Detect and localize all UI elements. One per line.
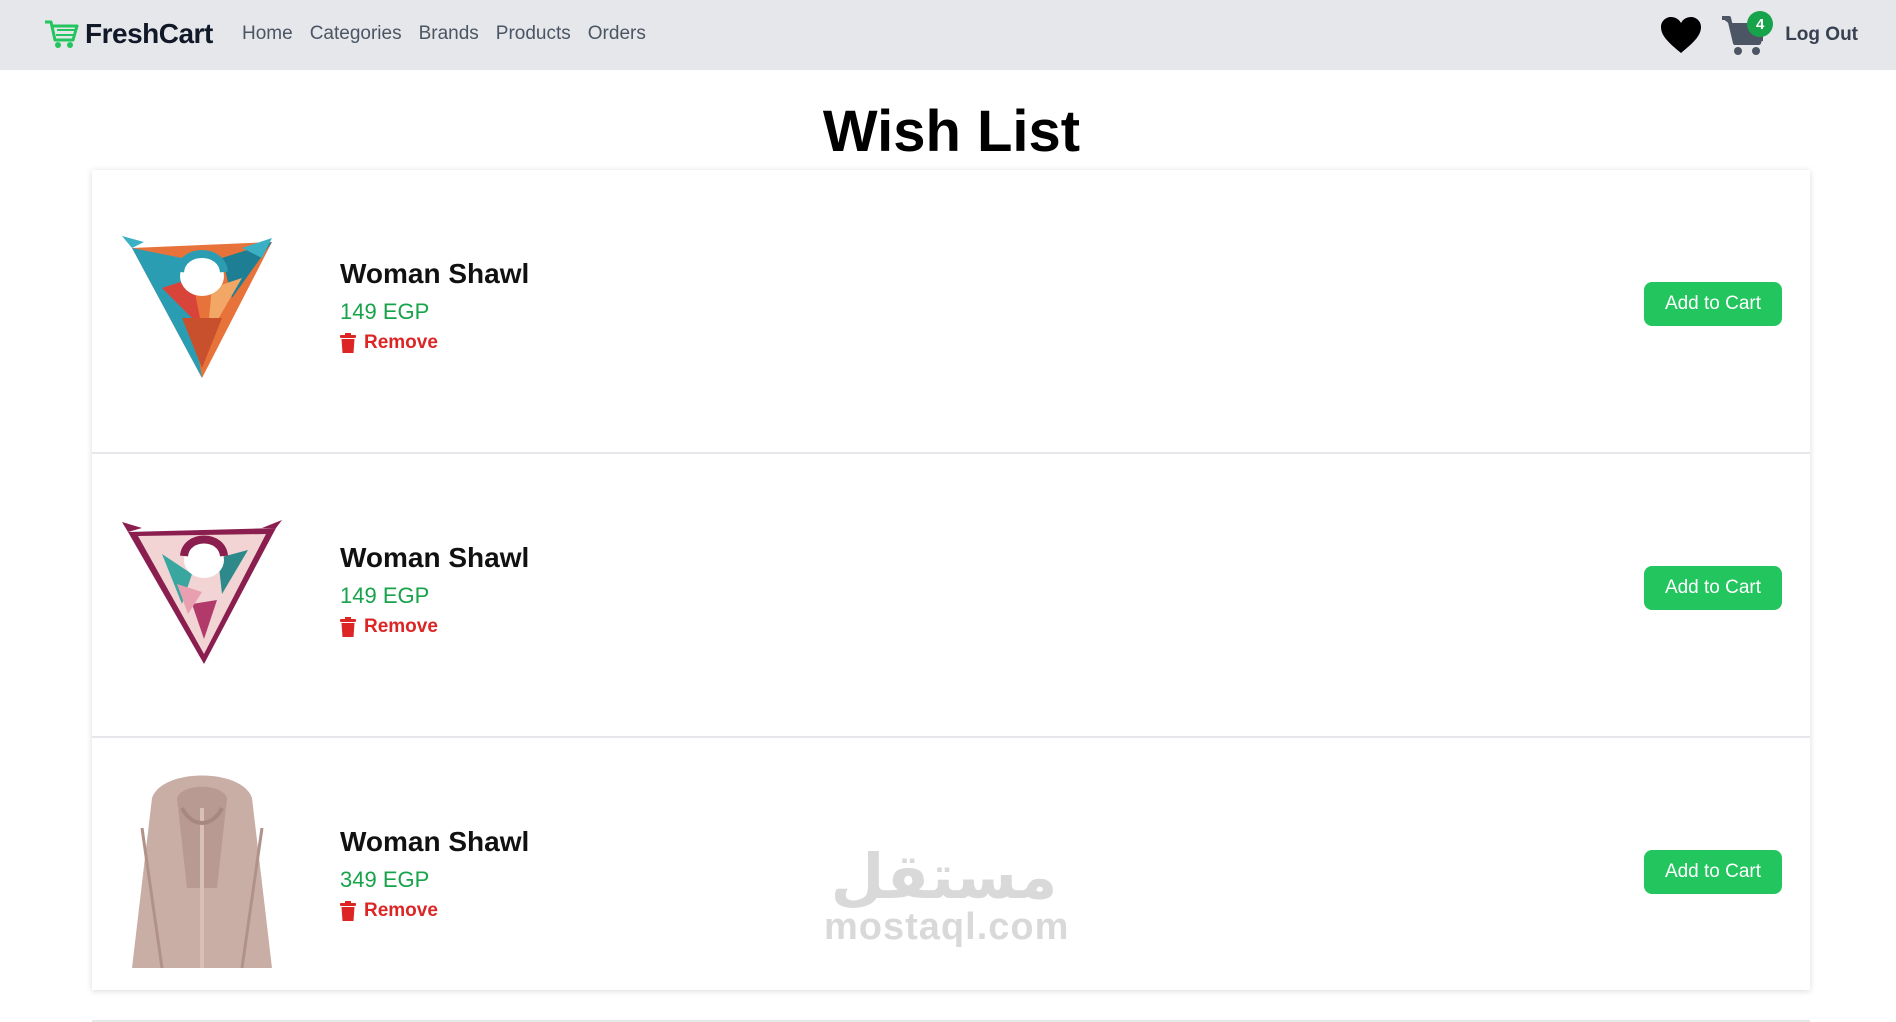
add-to-cart-button[interactable]: Add to Cart [1644, 850, 1782, 894]
nav-actions: 4 Log Out [1659, 10, 1858, 60]
remove-label: Remove [364, 332, 438, 353]
item-price: 349 EGP [340, 867, 430, 892]
wish-list-item: Woman Shawl 149 EGP Remove Add to Cart [92, 170, 1810, 454]
product-image-floral-shawl [122, 520, 282, 664]
watermark-text: mostaql.com [824, 906, 1070, 948]
navbar: FreshCart Home Categories Brands Product… [0, 0, 1896, 70]
cart-logo-icon [45, 20, 79, 48]
remove-label: Remove [364, 900, 438, 921]
remove-label: Remove [364, 616, 438, 637]
item-name: Woman Shawl [340, 826, 530, 857]
item-price: 149 EGP [340, 299, 430, 324]
nav-link-orders[interactable]: Orders [588, 20, 646, 48]
cart-button[interactable]: 4 [1721, 11, 1774, 57]
brand-name: FreshCart [85, 18, 213, 49]
remove-button[interactable]: Remove [340, 332, 438, 354]
nav-link-home[interactable]: Home [242, 20, 293, 48]
nav-link-categories[interactable]: Categories [310, 20, 402, 48]
trash-icon [340, 617, 356, 637]
add-to-cart-button[interactable]: Add to Cart [1644, 282, 1782, 326]
page-title: Wish List [822, 99, 1081, 164]
trash-icon [340, 901, 356, 921]
watermark-arabic-logo: مستقل [831, 840, 1058, 913]
brand-logo[interactable]: FreshCart [43, 14, 213, 54]
product-image-beige-scarf [132, 775, 272, 968]
item-price: 149 EGP [340, 583, 430, 608]
logout-link[interactable]: Log Out [1785, 24, 1858, 46]
wishlist-heart-icon[interactable] [1659, 15, 1703, 55]
item-name: Woman Shawl [340, 258, 530, 289]
remove-button[interactable]: Remove [340, 900, 438, 922]
item-name: Woman Shawl [340, 542, 530, 573]
add-to-cart-button[interactable]: Add to Cart [1644, 566, 1782, 610]
nav-link-brands[interactable]: Brands [419, 20, 479, 48]
product-image-colorful-shawl [122, 236, 272, 378]
cart-count-badge: 4 [1747, 11, 1774, 37]
watermark: مستقل mostaql.com [824, 840, 1070, 964]
main-nav: Home Categories Brands Products Orders [242, 20, 646, 48]
trash-icon [340, 333, 356, 353]
wish-list-item: Woman Shawl 149 EGP Remove Add to Cart [92, 454, 1810, 738]
watermark-arabic-text: مستقل [831, 840, 1058, 910]
remove-button[interactable]: Remove [340, 616, 438, 638]
nav-link-products[interactable]: Products [496, 20, 571, 48]
